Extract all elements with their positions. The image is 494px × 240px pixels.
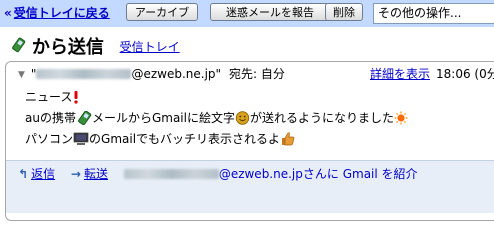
body-line-3b: のGmailでもバッチリ表示されるよ [89,132,281,146]
delete-button[interactable]: 削除 [325,3,363,21]
body-line-2b: メールからGmailに絵文字 [91,111,235,125]
subject-title: から送信 [31,37,104,58]
double-chevron-left-icon: « [4,6,12,20]
expand-triangle-icon[interactable]: ▼ [18,67,25,83]
body-line-3a: パソコン [25,132,74,146]
toolbar: «受信トレイに戻る アーカイブ 迷惑メールを報告 削除 その他の操作... [0,0,494,27]
invite-domain: @ezweb.ne.jp [218,167,303,181]
inbox-label-link[interactable]: 受信トレイ [120,38,180,55]
forward-group: → 転送 [71,167,108,181]
message-header: ▼ " @ezweb.ne.jp" 宛先: 自分 [18,66,285,82]
mobile-phone-icon [76,110,92,130]
body-line-2: auの携帯 メールからGmailに絵文字 が送れるようになりました [25,109,408,130]
back-to-inbox-link[interactable]: «受信トレイに戻る [4,5,110,21]
reply-arrow-icon: ↰ [18,167,29,181]
forward-link[interactable]: 転送 [84,167,108,181]
body-line-1-text: ニュース [25,90,73,104]
body-line-2c: が送れるようになりました [249,111,394,125]
body-line-1: ニュース [25,88,408,109]
footer-actions: ↰ 返信 → 転送 @ezweb.ne.jpさんに Gmail を紹介 [18,166,418,182]
more-actions-select[interactable]: その他の操作... [373,3,494,24]
invite-suffix: さんに Gmail を紹介 [302,167,418,181]
report-spam-button[interactable]: 迷惑メールを報告 [210,3,330,21]
sender-domain: @ezweb.ne.jp" [131,67,222,81]
body-line-2a: auの携帯 [25,111,76,125]
pc-icon [73,132,89,151]
back-to-inbox-label: 受信トレイに戻る [13,6,110,20]
recipient: 宛先: 自分 [229,67,285,81]
reply-link[interactable]: 返信 [31,167,55,181]
sender[interactable]: " @ezweb.ne.jp" [31,67,221,81]
invite-to-gmail-link[interactable]: @ezweb.ne.jpさんに Gmail を紹介 [123,167,418,181]
body-line-3: パソコン のGmailでもバッチリ表示されるよ [25,130,408,151]
message-body: ニュース auの携帯 メールからGmailに絵文字 が送れるようになりました パソコ… [25,88,408,151]
smile-face-icon [235,111,250,130]
forward-arrow-icon: → [70,167,81,181]
subject-row: から送信 受信トレイ [10,33,180,58]
exclamation-icon [72,90,80,109]
archive-button[interactable]: アーカイブ [126,3,198,21]
show-details-link[interactable]: 詳細を表示 [370,66,430,82]
mobile-phone-icon [10,37,26,56]
redacted-sender-name [36,69,132,79]
sun-icon [394,111,408,130]
thumbs-up-icon [280,131,295,151]
redacted-sender-address [123,169,219,179]
message-time: 18:06 (0分 [436,67,494,81]
